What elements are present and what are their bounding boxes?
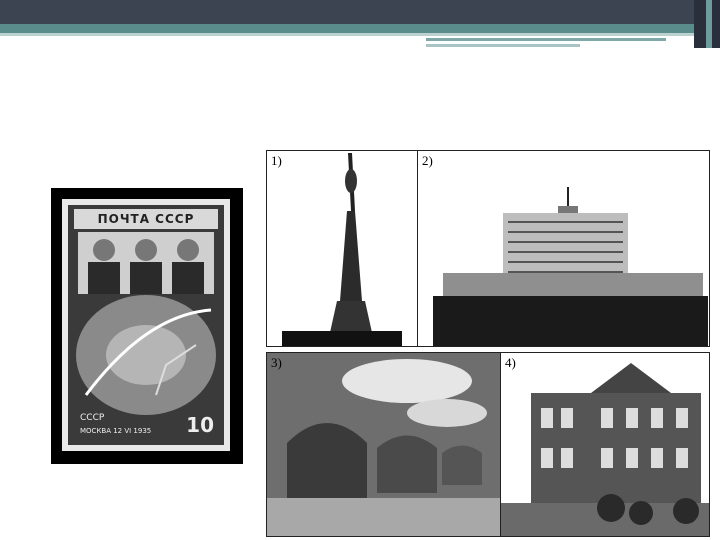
title-bar (0, 0, 720, 24)
stamp-value: 10 (186, 413, 214, 437)
stamp-portraits (78, 232, 214, 294)
corner-decoration-teal (706, 0, 712, 48)
photo-historic-building: 4) (500, 352, 710, 537)
stamp-artwork: ПОЧТА СССР СССР МОСКВА 12 VI 1935 10 (68, 205, 224, 445)
title-stripe-light (0, 33, 720, 36)
stamp-header: ПОЧТА СССР (74, 209, 218, 229)
photo-metro-station: 3) (266, 352, 501, 537)
title-stripe (0, 24, 720, 33)
stamp-city-date: МОСКВА 12 VI 1935 (80, 427, 152, 435)
mansion-icon (501, 363, 709, 536)
photo-tower: 1) (266, 150, 418, 347)
photo-label: 3) (271, 355, 282, 370)
stamp-country: СССР (80, 413, 105, 423)
postage-stamp: ПОЧТА СССР СССР МОСКВА 12 VI 1935 10 (62, 199, 230, 451)
photo-label: 1) (271, 153, 282, 168)
tower-icon (282, 153, 402, 346)
building-icon (433, 187, 708, 346)
photo-government-building: 2) (417, 150, 710, 347)
accent-line-short (426, 44, 580, 47)
accent-line (426, 38, 666, 41)
metro-icon (267, 353, 500, 536)
stamp-globe (76, 295, 216, 415)
photo-label: 2) (422, 153, 433, 168)
photo-label: 4) (505, 355, 516, 370)
